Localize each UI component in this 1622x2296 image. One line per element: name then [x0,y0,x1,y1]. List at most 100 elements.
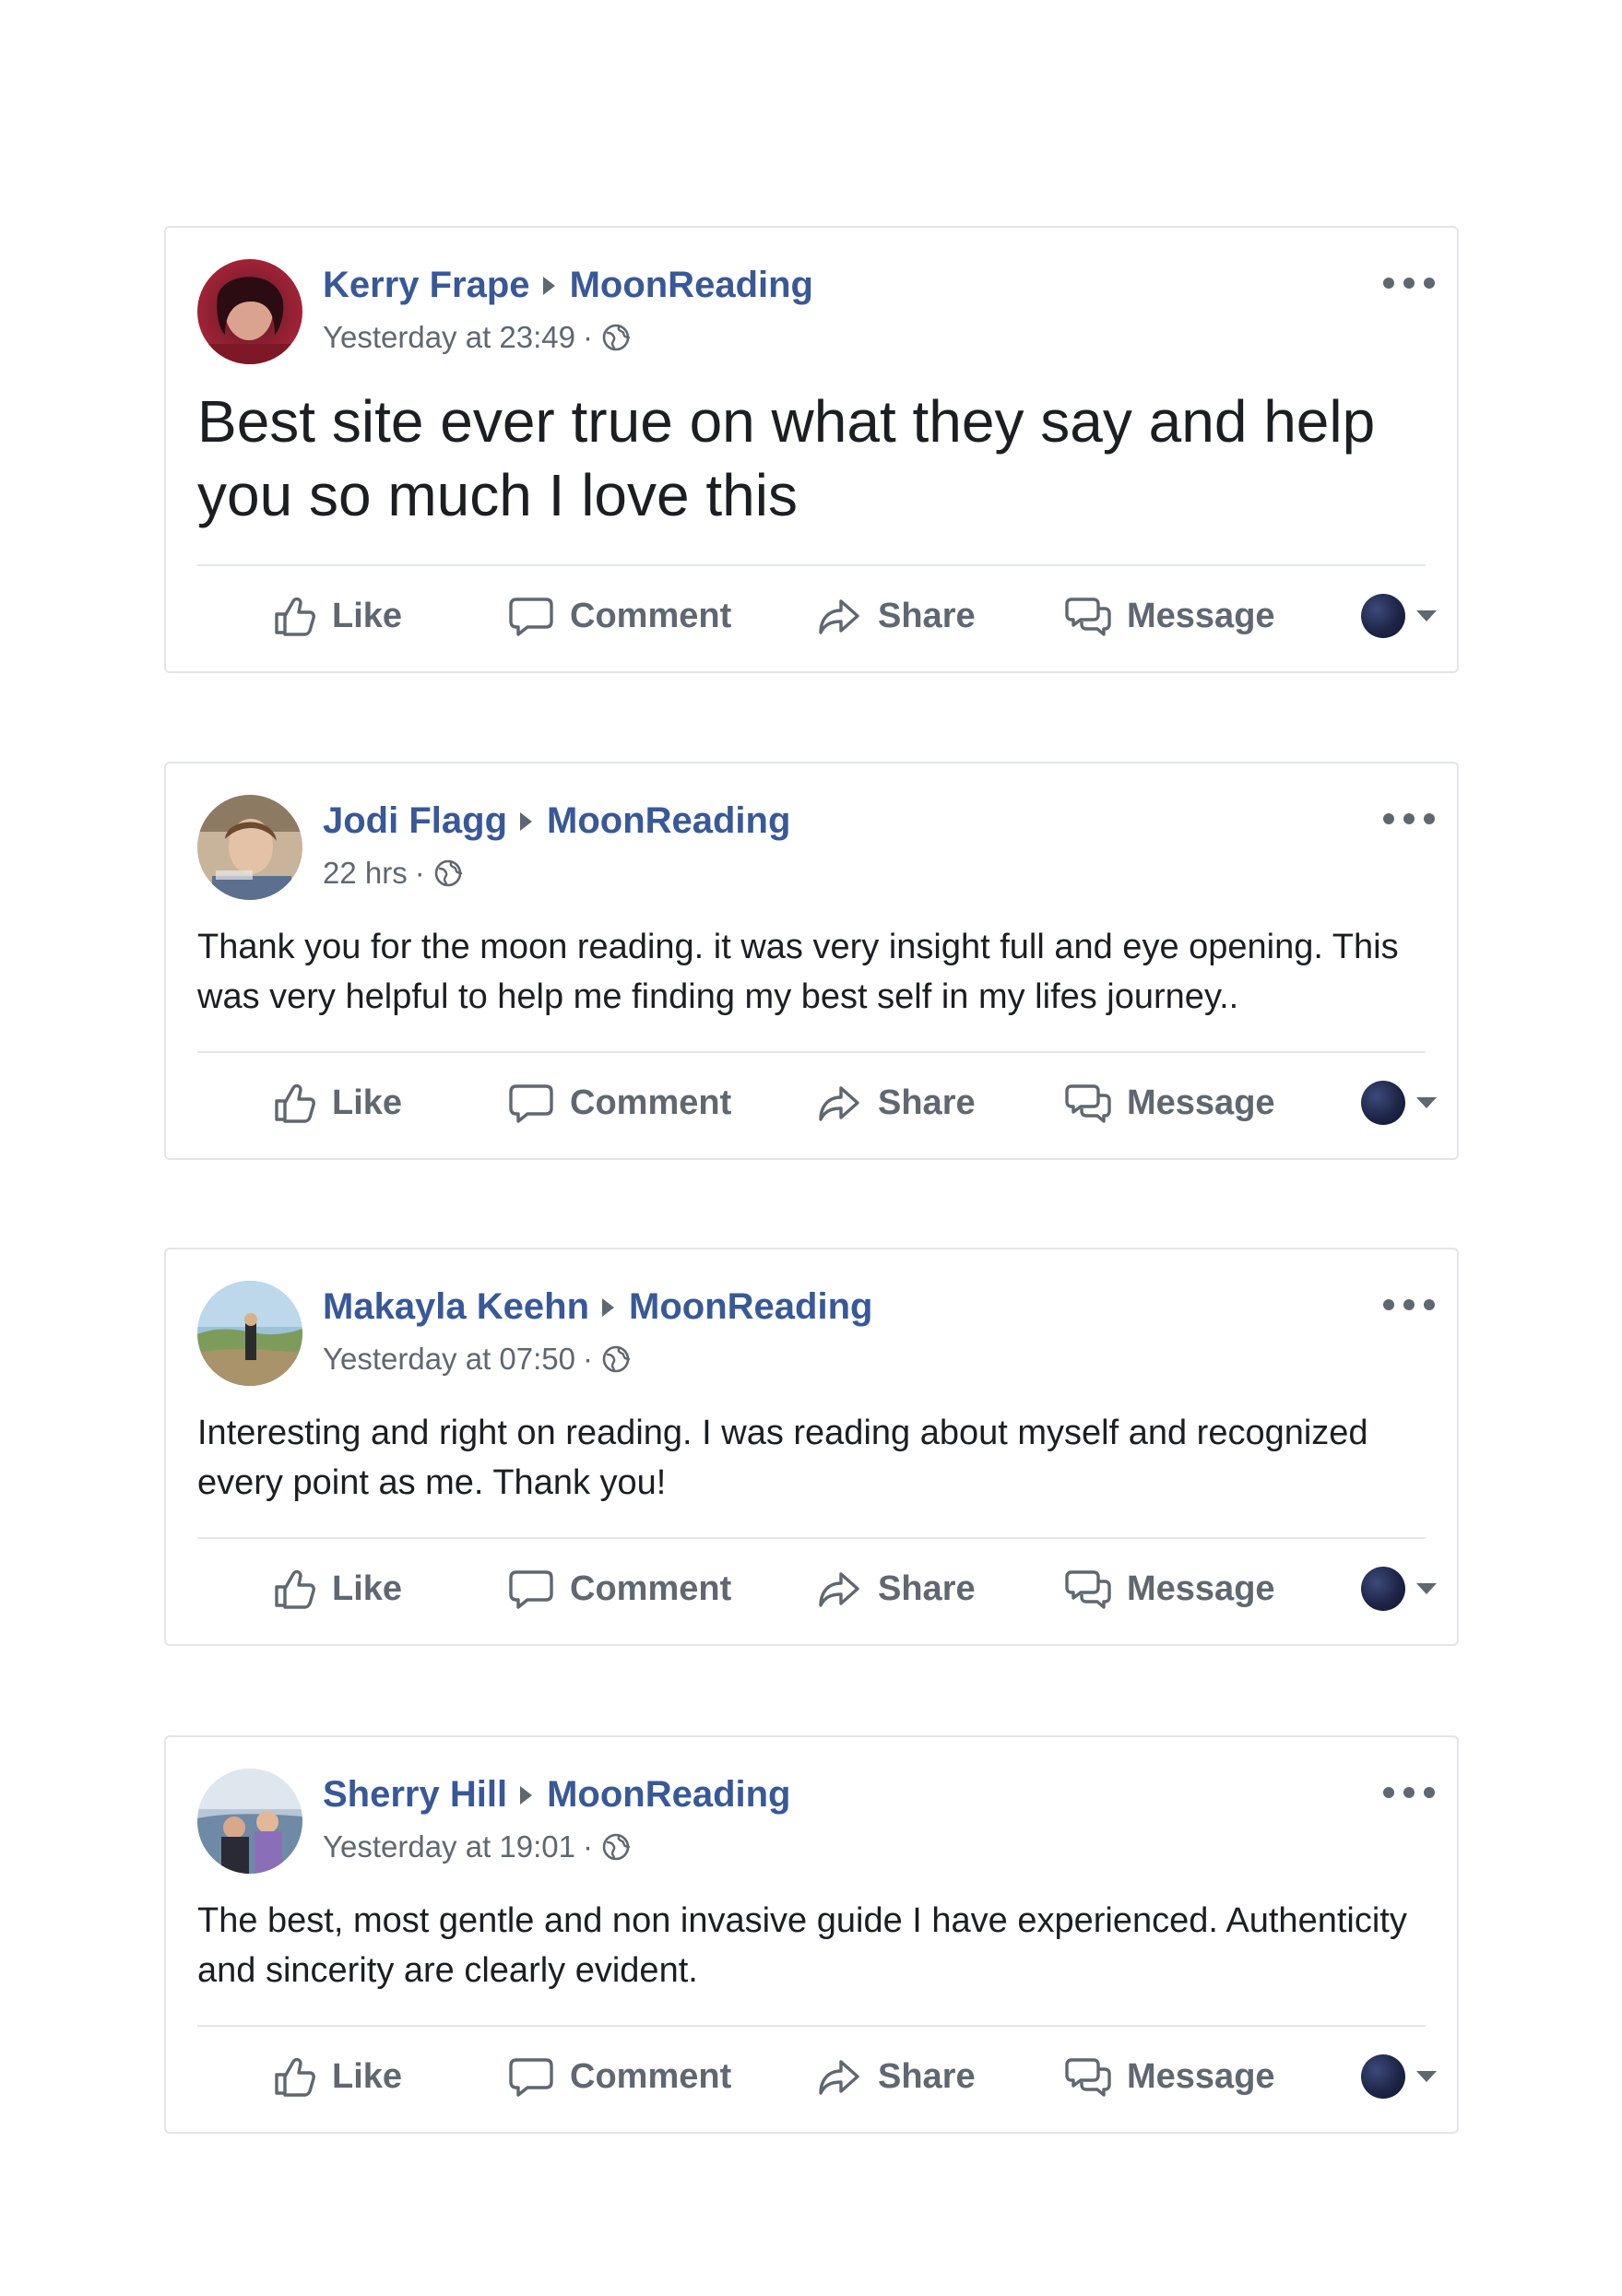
author-name-link[interactable]: Kerry Frape [323,265,530,306]
message-button[interactable]: Message [1062,1544,1275,1633]
share-arrow-icon [813,2051,865,2102]
comment-button[interactable]: Comment [505,2032,731,2121]
post-actions: Like Comment Share Message [197,1544,1437,1633]
globe-icon[interactable] [432,858,464,889]
post-header: Kerry Frape MoonReading Yesterday at 23:… [197,259,1435,366]
page-avatar [1361,1081,1405,1125]
like-button[interactable]: Like [267,2032,402,2121]
globe-icon[interactable] [600,322,632,353]
meta-separator: · [583,320,593,354]
page-avatar [1361,2054,1405,2099]
comment-label: Comment [570,596,732,635]
more-dots-icon[interactable] [1383,1781,1435,1804]
like-label: Like [332,596,403,635]
page-name-link[interactable]: MoonReading [547,800,790,842]
author-name-link[interactable]: Makayla Keehn [323,1286,589,1328]
share-arrow-icon [813,1077,865,1129]
post-timestamp[interactable]: 22 hrs [323,856,408,891]
globe-icon[interactable] [600,1831,632,1863]
comment-label: Comment [570,1083,732,1122]
comment-button[interactable]: Comment [505,1544,731,1633]
post-header: Makayla Keehn MoonReading Yesterday at 0… [197,1281,1435,1388]
actions-divider [197,2025,1426,2027]
share-label: Share [878,596,976,635]
message-button[interactable]: Message [1062,572,1275,660]
page-name-link[interactable]: MoonReading [629,1286,872,1328]
page-avatar [1361,594,1405,638]
author-avatar[interactable] [197,795,302,900]
author-name-link[interactable]: Sherry Hill [323,1774,507,1816]
share-label: Share [878,2056,976,2096]
share-label: Share [878,1568,976,1608]
meta-separator: · [414,856,425,890]
share-button[interactable]: Share [813,2032,976,2121]
author-avatar[interactable] [197,1281,302,1386]
page-name-link[interactable]: MoonReading [547,1774,790,1816]
message-button[interactable]: Message [1062,2032,1275,2121]
post-as-selector[interactable] [1361,2032,1437,2121]
more-dots-icon[interactable] [1383,272,1435,294]
post-as-selector[interactable] [1361,572,1437,660]
thumbs-up-icon [267,2051,319,2102]
share-button[interactable]: Share [813,572,976,660]
messenger-bubbles-icon [1062,2051,1114,2102]
post-as-selector[interactable] [1361,1544,1437,1633]
post-text: Thank you for the moon reading. it was v… [197,928,1399,1016]
actions-divider [197,1051,1426,1053]
message-label: Message [1127,1083,1275,1122]
page-avatar [1361,1567,1405,1611]
like-label: Like [332,2056,403,2096]
message-button[interactable]: Message [1062,1059,1275,1147]
speech-bubble-icon [505,1563,557,1615]
share-label: Share [878,1083,976,1122]
like-label: Like [332,1083,403,1122]
message-label: Message [1127,596,1275,635]
post-timestamp[interactable]: Yesterday at 07:50 [323,1342,575,1377]
message-label: Message [1127,1568,1275,1608]
page-name-link[interactable]: MoonReading [570,265,813,306]
post-card: Makayla Keehn MoonReading Yesterday at 0… [164,1248,1459,1646]
post-title-line: Makayla Keehn MoonReading [323,1286,872,1328]
actions-divider [197,564,1426,566]
caret-down-icon [1416,1583,1437,1594]
message-label: Message [1127,2056,1275,2096]
comment-button[interactable]: Comment [505,1059,731,1147]
author-avatar[interactable] [197,259,302,364]
right-triangle-icon [520,1785,533,1805]
post-text: Best site ever true on what they say and… [197,388,1376,528]
share-button[interactable]: Share [813,1544,976,1633]
like-button[interactable]: Like [267,572,402,660]
post-timestamp[interactable]: Yesterday at 23:49 [323,320,575,355]
post-text: Interesting and right on reading. I was … [197,1414,1368,1502]
post-timestamp[interactable]: Yesterday at 19:01 [323,1829,575,1864]
right-triangle-icon [542,276,555,295]
share-button[interactable]: Share [813,1059,976,1147]
thumbs-up-icon [267,1077,319,1129]
like-label: Like [332,1568,403,1608]
thumbs-up-icon [267,1563,319,1615]
like-button[interactable]: Like [267,1059,402,1147]
author-name-link[interactable]: Jodi Flagg [323,800,507,842]
speech-bubble-icon [505,2051,557,2102]
post-title-line: Jodi Flagg MoonReading [323,800,790,842]
more-dots-icon[interactable] [1383,808,1435,830]
comment-label: Comment [570,2056,732,2096]
caret-down-icon [1416,2071,1437,2082]
more-dots-icon[interactable] [1383,1294,1435,1316]
like-button[interactable]: Like [267,1544,402,1633]
post-title-line: Sherry Hill MoonReading [323,1774,791,1816]
comment-label: Comment [570,1568,732,1608]
actions-divider [197,1537,1426,1539]
post-title-line: Kerry Frape MoonReading [323,265,813,306]
author-avatar[interactable] [197,1769,302,1874]
speech-bubble-icon [505,1077,557,1129]
post-actions: Like Comment Share Message [197,572,1437,660]
post-meta: 22 hrs · [323,856,464,891]
messenger-bubbles-icon [1062,590,1114,642]
share-arrow-icon [813,1563,865,1615]
post-header: Sherry Hill MoonReading Yesterday at 19:… [197,1769,1435,1876]
comment-button[interactable]: Comment [505,572,731,660]
post-actions: Like Comment Share Message [197,2032,1437,2121]
post-as-selector[interactable] [1361,1059,1437,1147]
globe-icon[interactable] [600,1343,632,1375]
